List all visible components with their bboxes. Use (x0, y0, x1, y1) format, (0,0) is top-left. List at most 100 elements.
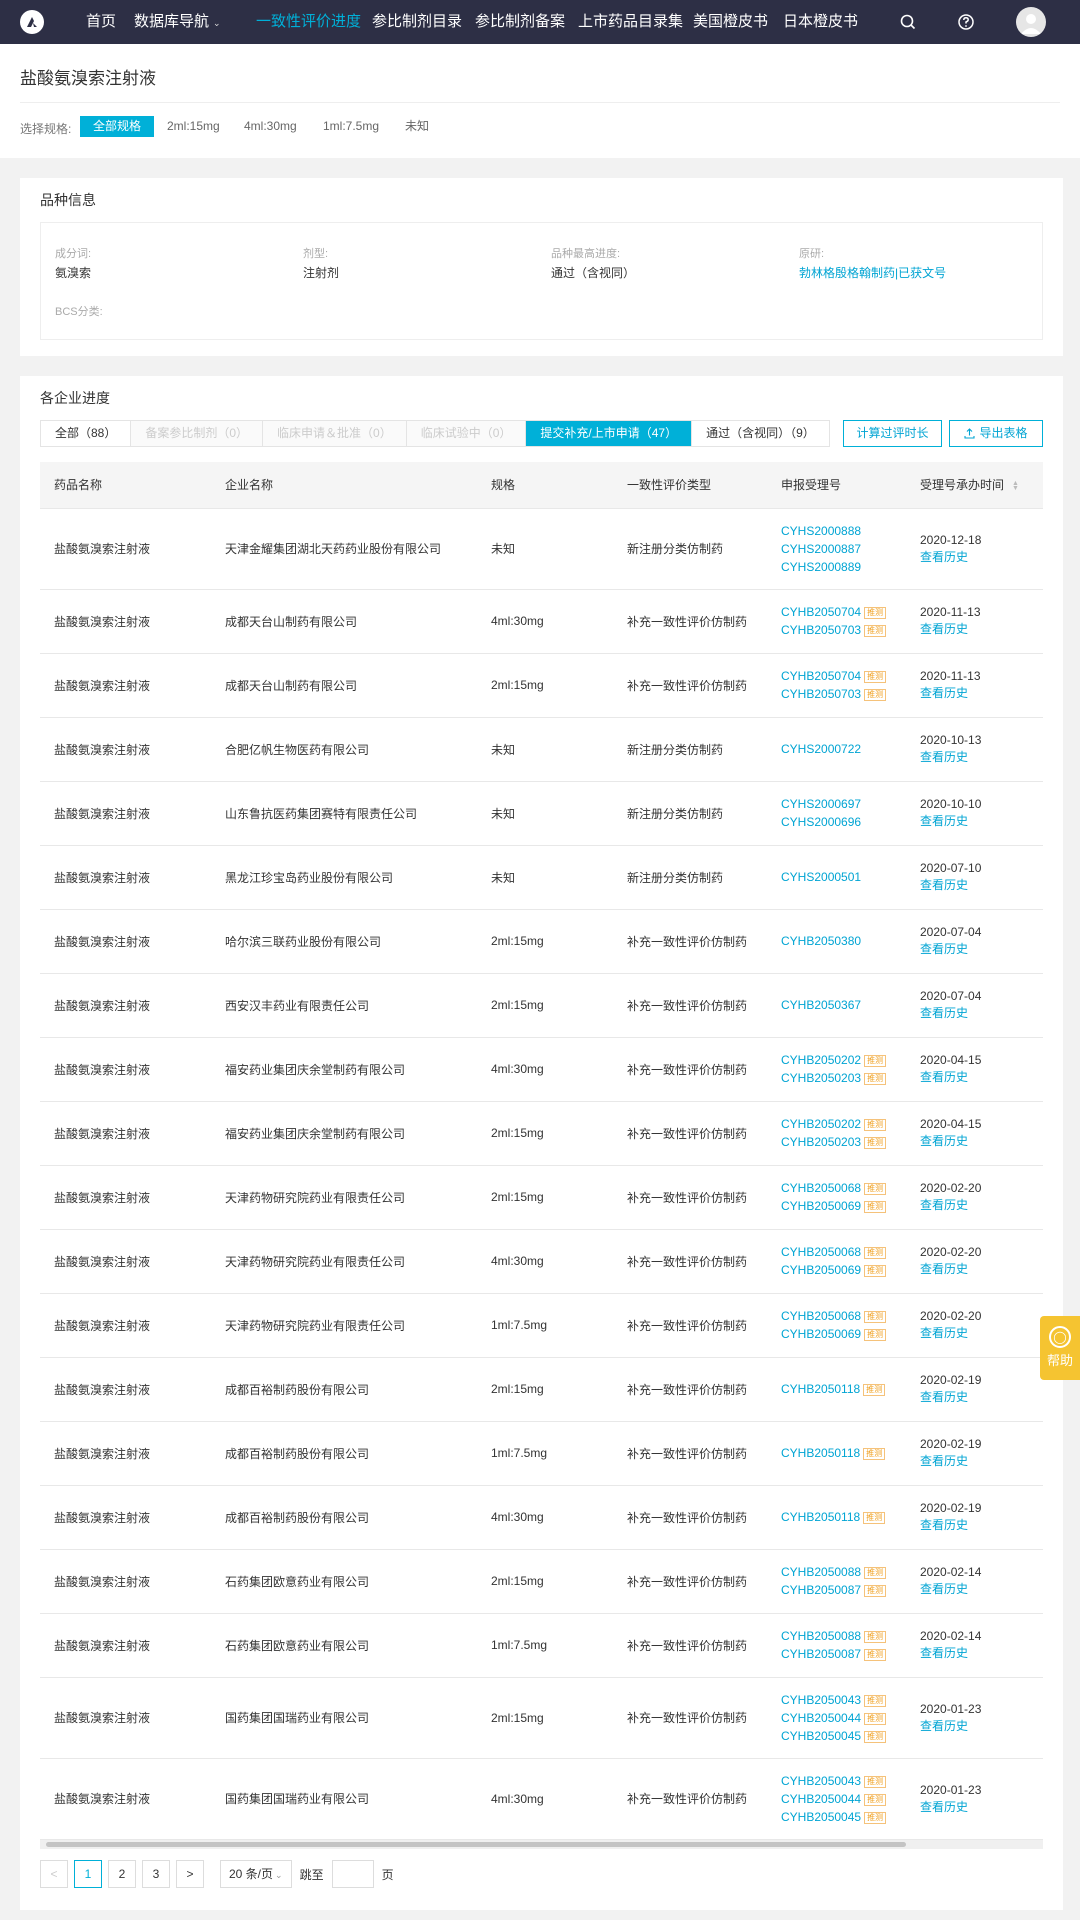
prev-page-button[interactable]: < (40, 1860, 68, 1888)
application-no-link[interactable]: CYHB2050704 (781, 669, 861, 683)
view-history-link[interactable]: 查看历史 (920, 1799, 1043, 1816)
page-3-button[interactable]: 3 (142, 1860, 170, 1888)
tab-reference-filing[interactable]: 备案参比制剂（0） (131, 421, 264, 446)
application-no-link[interactable]: CYHB2050703 (781, 623, 861, 637)
application-no-link[interactable]: CYHB2050087 (781, 1583, 861, 1597)
application-no-link[interactable]: CYHB2050203 (781, 1071, 861, 1085)
spec-option-2ml[interactable]: 2ml:15mg (154, 116, 233, 137)
view-history-link[interactable]: 查看历史 (920, 1517, 1043, 1534)
view-history-link[interactable]: 查看历史 (920, 1645, 1043, 1662)
spec-option-all[interactable]: 全部规格 (80, 116, 155, 137)
view-history-link[interactable]: 查看历史 (920, 813, 1043, 830)
page-1-button[interactable]: 1 (74, 1860, 102, 1888)
application-no-link[interactable]: CYHS2000722 (781, 742, 861, 756)
application-no-link[interactable]: CYHB2050068 (781, 1245, 861, 1259)
application-no-link[interactable]: CYHB2050045 (781, 1729, 861, 1743)
tab-clinical-trial[interactable]: 临床试验中（0） (406, 421, 527, 446)
view-history-link[interactable]: 查看历史 (920, 1197, 1043, 1214)
nav-database-label: 数据库导航 (134, 13, 210, 30)
nav-home[interactable]: 首页 (86, 0, 116, 44)
application-no-link[interactable]: CYHB2050202 (781, 1117, 861, 1131)
view-history-link[interactable]: 查看历史 (920, 621, 1043, 638)
col-accept-date[interactable]: 受理号承办时间 ▲ ▼ (906, 462, 1043, 509)
nav-jp-orange-book[interactable]: 日本橙皮书 (783, 0, 858, 44)
nav-reference-catalog[interactable]: 参比制剂目录 (372, 0, 462, 44)
cell-eval-type: 补充一致性评价仿制药 (613, 973, 767, 1038)
application-no-link[interactable]: CYHB2050069 (781, 1199, 861, 1213)
view-history-link[interactable]: 查看历史 (920, 749, 1043, 766)
view-history-link[interactable]: 查看历史 (920, 1325, 1043, 1342)
application-no-link[interactable]: CYHB2050203 (781, 1135, 861, 1149)
view-history-link[interactable]: 查看历史 (920, 941, 1043, 958)
sort-icon[interactable]: ▲ ▼ (1012, 480, 1019, 492)
application-no-link[interactable]: CYHS2000696 (781, 815, 861, 829)
scrollbar-thumb[interactable] (46, 1842, 906, 1847)
application-no-link[interactable]: CYHB2050202 (781, 1053, 861, 1067)
cell-accept-date: 2020-11-13 查看历史 (906, 653, 1043, 718)
spec-option-4ml[interactable]: 4ml:30mg (231, 116, 310, 137)
view-history-link[interactable]: 查看历史 (920, 685, 1043, 702)
tab-clinical-application[interactable]: 临床申请＆批准（0） (263, 421, 407, 446)
jump-page-input[interactable] (331, 1860, 374, 1888)
nav-reference-filing[interactable]: 参比制剂备案 (475, 0, 565, 44)
view-history-link[interactable]: 查看历史 (920, 1133, 1043, 1150)
application-no-link[interactable]: CYHB2050043 (781, 1693, 861, 1707)
spec-option-unknown[interactable]: 未知 (392, 116, 442, 137)
nav-listed-drugs[interactable]: 上市药品目录集 (578, 0, 683, 44)
application-no-link[interactable]: CYHB2050704 (781, 605, 861, 619)
view-history-link[interactable]: 查看历史 (920, 549, 1043, 566)
application-no-link[interactable]: CYHS2000887 (781, 542, 861, 556)
application-no-link[interactable]: CYHB2050069 (781, 1263, 861, 1277)
tab-supplement-application[interactable]: 提交补充/上市申请（47） (526, 421, 693, 446)
application-no-link[interactable]: CYHB2050044 (781, 1711, 861, 1725)
application-no-link[interactable]: CYHS2000888 (781, 524, 861, 538)
application-no-link[interactable]: CYHB2050367 (781, 998, 861, 1012)
view-history-link[interactable]: 查看历史 (920, 1389, 1043, 1406)
export-table-button[interactable]: 导出表格 (949, 420, 1043, 447)
calc-duration-button[interactable]: 计算过评时长 (843, 420, 942, 447)
application-no-link[interactable]: CYHB2050118 (781, 1510, 860, 1524)
page-size-select[interactable]: 20 条/页 ⌄ (220, 1860, 292, 1888)
nav-database-dropdown[interactable]: 数据库导航 ⌄ (134, 0, 221, 44)
search-icon[interactable] (898, 12, 918, 32)
help-widget[interactable]: ◯ 帮助 (1040, 1316, 1080, 1380)
application-no-link[interactable]: CYHB2050087 (781, 1647, 861, 1661)
page-2-button[interactable]: 2 (108, 1860, 136, 1888)
nav-consistency-progress[interactable]: 一致性评价进度 (256, 0, 361, 44)
view-history-link[interactable]: 查看历史 (920, 1261, 1043, 1278)
original-link[interactable]: 勃林格殷格翰制药|已获文号 (799, 264, 946, 281)
spec-option-1ml[interactable]: 1ml:7.5mg (310, 116, 392, 137)
view-history-link[interactable]: 查看历史 (920, 1453, 1043, 1470)
application-no-link[interactable]: CYHS2000501 (781, 870, 861, 884)
horizontal-scrollbar[interactable] (40, 1840, 1043, 1849)
application-no-link[interactable]: CYHS2000889 (781, 560, 861, 574)
view-history-link[interactable]: 查看历史 (920, 1581, 1043, 1598)
application-no-link[interactable]: CYHB2050068 (781, 1181, 861, 1195)
view-history-link[interactable]: 查看历史 (920, 1718, 1043, 1735)
accept-date: 2020-01-23 (920, 1782, 982, 1797)
view-history-link[interactable]: 查看历史 (920, 1005, 1043, 1022)
application-no-link[interactable]: CYHB2050088 (781, 1565, 861, 1579)
application-no-link[interactable]: CYHB2050044 (781, 1792, 861, 1806)
upload-icon (964, 428, 976, 439)
logo-icon[interactable] (20, 10, 44, 34)
view-history-link[interactable]: 查看历史 (920, 1069, 1043, 1086)
application-no-link[interactable]: CYHB2050703 (781, 687, 861, 701)
application-no-link[interactable]: CYHB2050118 (781, 1382, 860, 1396)
view-history-link[interactable]: 查看历史 (920, 877, 1043, 894)
application-no-link[interactable]: CYHB2050088 (781, 1629, 861, 1643)
application-no-link[interactable]: CYHB2050043 (781, 1774, 861, 1788)
application-no-link[interactable]: CYHB2050068 (781, 1309, 861, 1323)
inferred-badge: 推测 (864, 607, 887, 619)
user-avatar[interactable] (1016, 7, 1046, 37)
application-no-link[interactable]: CYHB2050069 (781, 1327, 861, 1341)
application-no-link[interactable]: CYHB2050045 (781, 1810, 861, 1824)
application-no-link[interactable]: CYHS2000697 (781, 797, 861, 811)
nav-us-orange-book[interactable]: 美国橙皮书 (693, 0, 768, 44)
help-circle-icon[interactable] (956, 12, 976, 32)
application-no-link[interactable]: CYHB2050380 (781, 934, 861, 948)
tab-passed[interactable]: 通过（含视同）（9） (692, 421, 829, 446)
tab-all[interactable]: 全部（88） (41, 421, 132, 446)
next-page-button[interactable]: > (176, 1860, 204, 1888)
application-no-link[interactable]: CYHB2050118 (781, 1446, 860, 1460)
